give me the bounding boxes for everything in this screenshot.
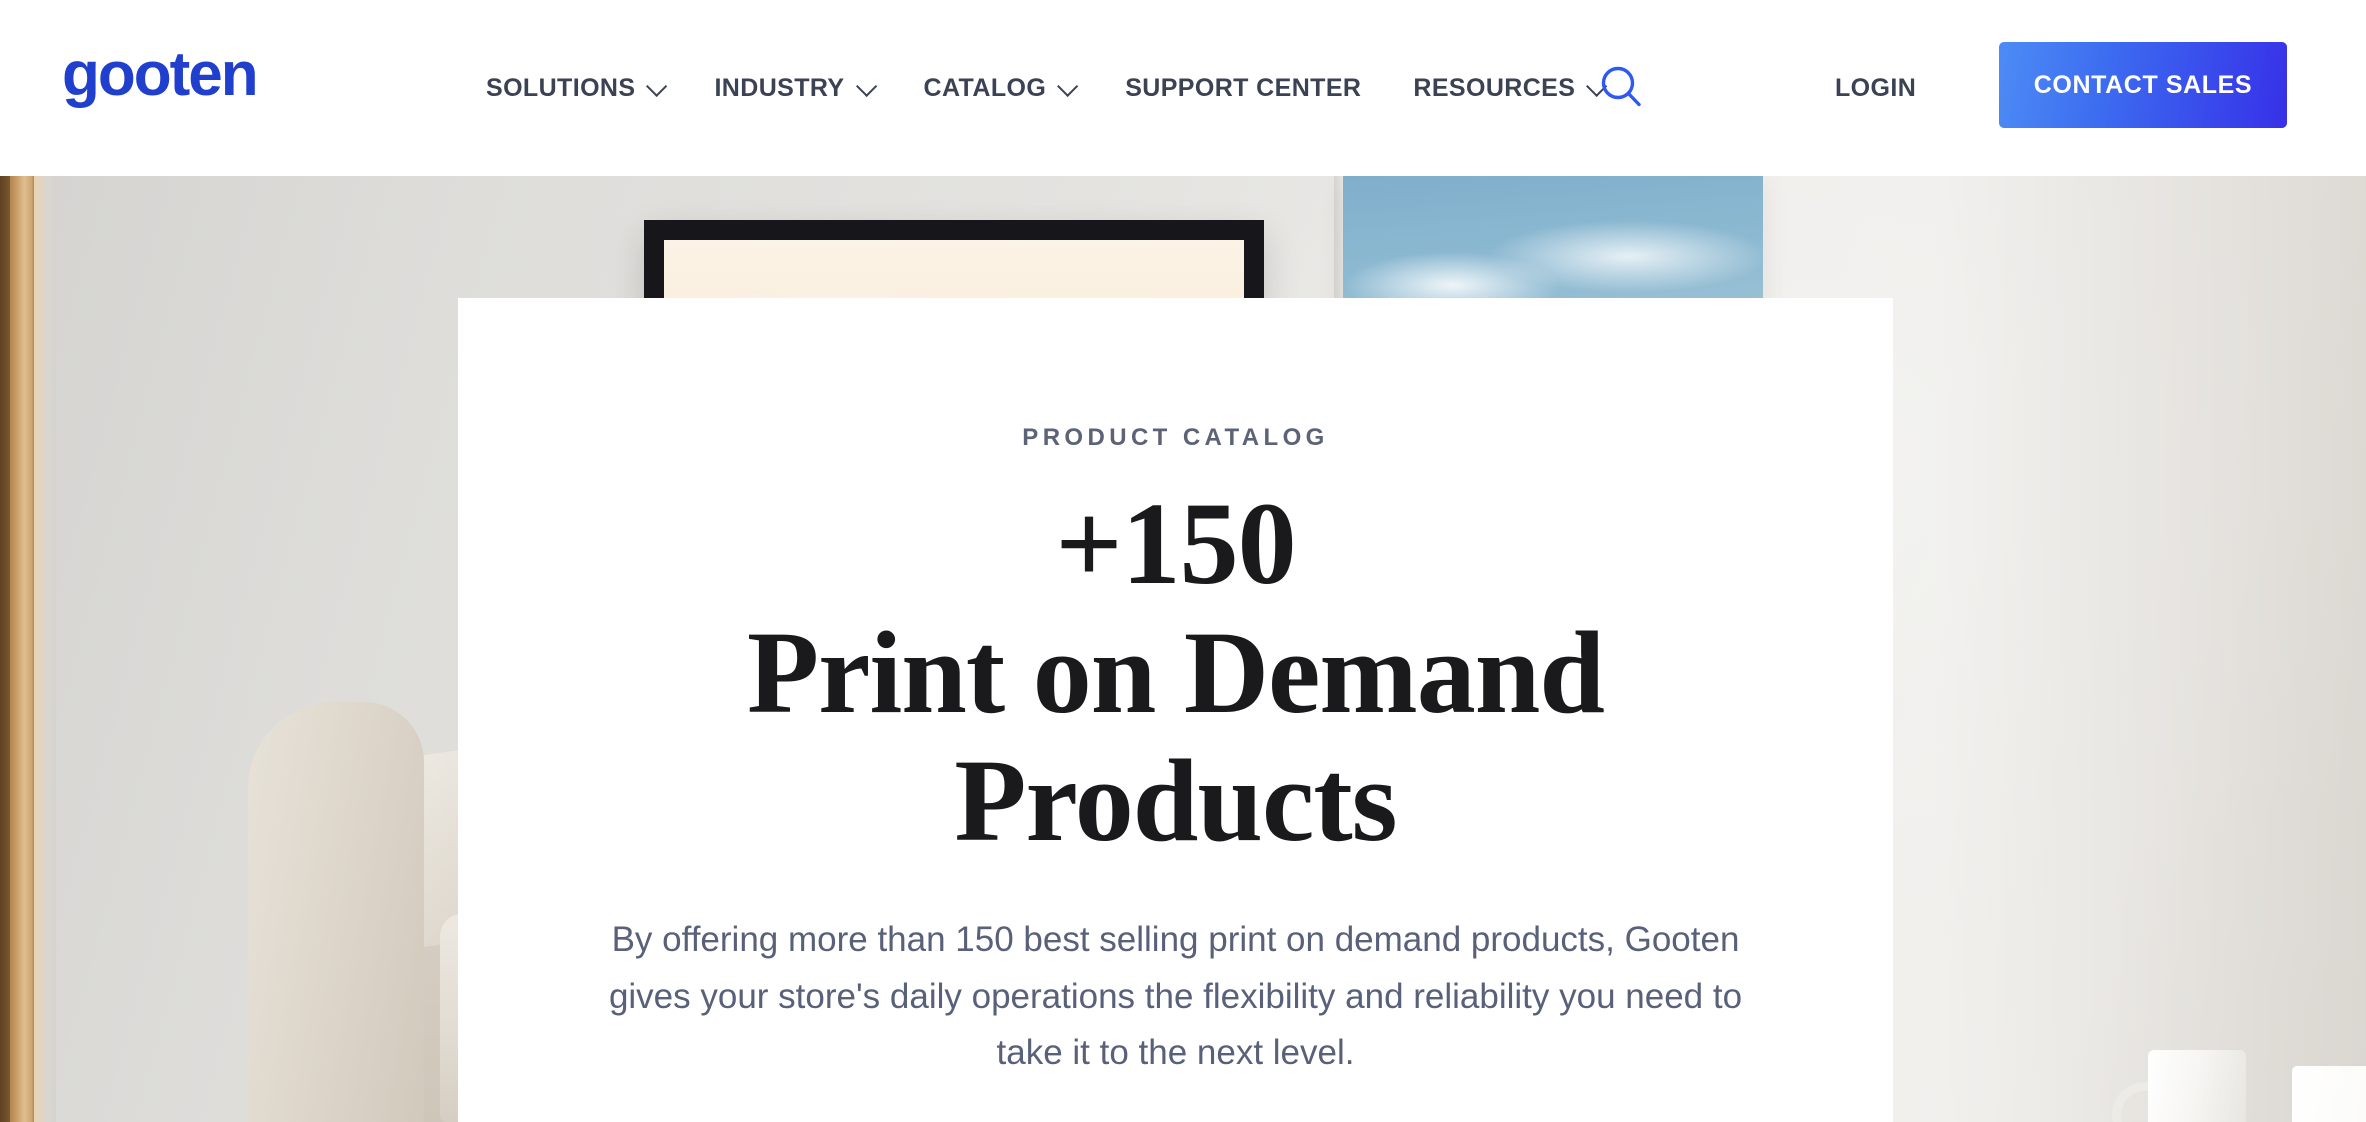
site-header: gooten SOLUTIONS INDUSTRY CATALOG SUPPOR…	[0, 0, 2366, 176]
main-navigation: SOLUTIONS INDUSTRY CATALOG SUPPORT CENTE…	[460, 0, 1628, 176]
hero-subtext: By offering more than 150 best selling p…	[608, 919, 1743, 1073]
hero-headline-line-2: Print on Demand	[747, 606, 1605, 738]
hero-section: A PRODUCT CATALOG +150 Print on Demand P…	[0, 176, 2366, 1122]
nav-item-industry[interactable]: INDUSTRY	[688, 0, 897, 176]
gooten-logo[interactable]: gooten	[62, 44, 259, 106]
hero-headline-line-1: +150	[1055, 478, 1296, 609]
chevron-down-icon	[1057, 75, 1079, 97]
search-icon[interactable]	[1596, 62, 1648, 114]
nav-item-catalog[interactable]: CATALOG	[898, 0, 1100, 176]
chevron-down-icon	[855, 75, 877, 97]
contact-sales-button[interactable]: CONTACT SALES	[1999, 42, 2287, 128]
nav-label-catalog: CATALOG	[923, 73, 1047, 102]
login-link[interactable]: LOGIN	[1835, 0, 1916, 176]
background-letter-mug: A	[2292, 1066, 2366, 1122]
background-door-edge-light	[34, 176, 56, 1122]
chevron-down-icon	[646, 75, 668, 97]
nav-item-resources[interactable]: RESOURCES	[1387, 0, 1628, 176]
hero-headline-line-3: Products	[954, 735, 1397, 867]
hero-eyebrow: PRODUCT CATALOG	[1022, 424, 1329, 451]
nav-item-solutions[interactable]: SOLUTIONS	[460, 0, 688, 176]
page-root: gooten SOLUTIONS INDUSTRY CATALOG SUPPOR…	[0, 0, 2366, 1122]
nav-label-support-center: SUPPORT CENTER	[1125, 73, 1362, 102]
background-sofa-arm-left	[248, 702, 424, 1122]
hero-headline: +150 Print on Demand Products	[747, 478, 1605, 867]
nav-label-solutions: SOLUTIONS	[486, 73, 636, 102]
background-door-edge-dark	[0, 176, 10, 1122]
nav-label-resources: RESOURCES	[1413, 73, 1576, 102]
background-white-mug	[2148, 1050, 2246, 1122]
background-letter-mug-glyph: A	[2300, 1106, 2366, 1122]
nav-label-industry: INDUSTRY	[714, 73, 845, 102]
nav-item-support-center[interactable]: SUPPORT CENTER	[1099, 0, 1387, 176]
hero-content-card: PRODUCT CATALOG +150 Print on Demand Pro…	[458, 298, 1893, 1122]
